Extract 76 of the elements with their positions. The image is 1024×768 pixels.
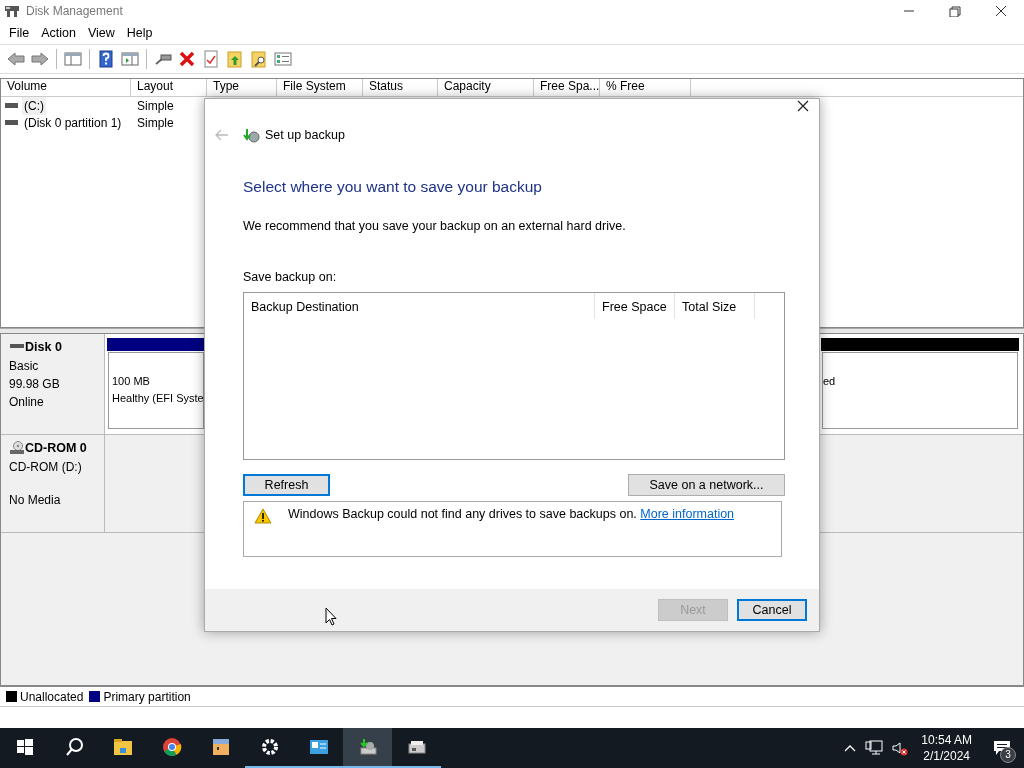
properties-icon[interactable] <box>201 49 221 69</box>
find-icon[interactable] <box>249 49 269 69</box>
more-information-link[interactable]: More information <box>640 506 735 521</box>
menu-item[interactable]: File <box>3 21 36 45</box>
network-icon[interactable] <box>865 740 884 756</box>
list-label: Save backup on: <box>243 268 338 286</box>
muted-speaker-icon[interactable] <box>891 740 910 756</box>
destination-list[interactable]: Backup Destination Free Space Total Size <box>243 291 785 460</box>
column-header[interactable]: Layout <box>131 79 207 96</box>
disk-detail: 99.98 GB <box>9 375 61 393</box>
list-icon[interactable] <box>273 49 293 69</box>
chevron-up-icon[interactable] <box>843 743 858 753</box>
column-header[interactable]: Free Spa... <box>534 79 600 96</box>
table-cell-text: Simple <box>136 98 175 114</box>
column-header[interactable]: Backup Destination <box>244 292 595 319</box>
notification-count: 3 <box>1000 747 1016 763</box>
backup-icon <box>357 737 378 757</box>
column-header[interactable]: % Free <box>600 79 691 96</box>
column-header[interactable]: Capacity <box>438 79 534 96</box>
close-icon[interactable] <box>993 5 1009 17</box>
partition-text: 100 MB <box>112 374 150 389</box>
windows-logo-icon <box>14 737 35 757</box>
menu-item[interactable]: View <box>81 21 121 45</box>
search-icon <box>63 737 84 757</box>
restore-icon[interactable] <box>947 5 963 17</box>
mouse-pointer-icon <box>325 607 337 626</box>
cancel-button[interactable]: Cancel <box>737 599 807 621</box>
column-header[interactable]: File System <box>277 79 363 96</box>
table-cell-text: Simple <box>136 115 175 131</box>
intro-text: We recommend that you save your backup on an external hard drive. <box>243 218 627 235</box>
clock-date: 2/1/2024 <box>922 748 971 764</box>
help-icon[interactable] <box>96 49 116 69</box>
legend-label: Unallocated <box>20 688 84 706</box>
browser-icon <box>161 737 182 757</box>
forward-arrow-icon[interactable] <box>30 49 50 69</box>
disk-detail: CD-ROM (D:) <box>9 458 83 476</box>
close-icon[interactable] <box>797 100 809 112</box>
menu-item[interactable]: Help <box>120 21 159 45</box>
cd-drive-icon <box>9 441 25 456</box>
dialog-heading: Select where you want to save your backup <box>243 176 543 197</box>
disk-management-icon <box>4 4 20 18</box>
folder-icon <box>112 737 133 757</box>
partition-box[interactable]: 100 MB Healthy (EFI Syste <box>108 352 204 429</box>
folder-up-icon[interactable] <box>225 49 245 69</box>
disk-name: CD-ROM 0 <box>25 440 87 457</box>
cube-icon <box>210 737 231 757</box>
partition-text: ed <box>823 374 836 389</box>
partition-text: Healthy (EFI Syste <box>112 390 204 406</box>
disk-detail: Online <box>9 393 45 411</box>
window-title: Disk Management <box>26 3 123 20</box>
back-arrow-icon[interactable] <box>6 49 26 69</box>
save-on-network-button[interactable]: Save on a network... <box>628 473 785 496</box>
refresh-button[interactable]: Refresh <box>243 473 330 496</box>
menu-item[interactable]: Action <box>35 21 82 45</box>
column-header[interactable]: Total Size <box>675 292 755 319</box>
settings-icon <box>259 737 280 757</box>
column-header[interactable]: Free Space <box>595 292 675 319</box>
disk-detail: Basic <box>9 357 40 375</box>
warning-message: Windows Backup could not find any drives to save backups on. More information <box>288 505 735 523</box>
delete-icon[interactable] <box>177 49 197 69</box>
disk-status: No Media <box>9 491 62 509</box>
dialog-title: Set up backup <box>265 127 345 144</box>
legend-label: Primary partition <box>103 688 191 706</box>
column-header[interactable]: Status <box>363 79 438 96</box>
column-header[interactable]: Volume <box>1 79 131 96</box>
drive-icon <box>5 118 19 127</box>
partition-box[interactable]: ed <box>822 352 1018 429</box>
warning-icon <box>254 507 272 524</box>
drive-icon <box>5 101 19 110</box>
taskbar-button[interactable] <box>343 728 392 768</box>
panel-icon <box>308 737 329 757</box>
disk-name: Disk 0 <box>25 339 62 356</box>
column-header[interactable]: Type <box>207 79 277 96</box>
clock-time: 10:54 AM <box>921 732 972 748</box>
backup-icon <box>243 127 261 144</box>
table-cell-text: (Disk 0 partition 1) <box>23 114 123 132</box>
